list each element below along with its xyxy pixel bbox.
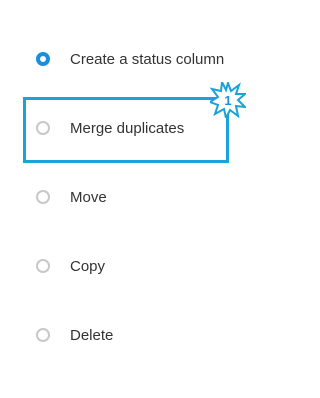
radio-selected-icon[interactable] [36,52,50,66]
step-highlight-box [23,97,229,163]
radio-unselected-icon[interactable] [36,259,50,273]
option-label: Copy [70,257,106,275]
option-move[interactable]: Move [36,187,107,207]
step-number: 1 [224,93,231,108]
option-copy[interactable]: Copy [36,256,105,276]
option-label: Move [70,188,107,206]
radio-unselected-icon[interactable] [36,328,50,342]
option-label: Delete [70,326,114,344]
option-delete[interactable]: Delete [36,325,113,345]
step-starburst-icon: 1 [210,82,246,118]
radio-unselected-icon[interactable] [36,190,50,204]
action-options-list: Create a status column Merge duplicates … [0,0,245,398]
option-label: Create a status column [70,50,225,68]
option-create-status-column[interactable]: Create a status column [36,49,224,69]
